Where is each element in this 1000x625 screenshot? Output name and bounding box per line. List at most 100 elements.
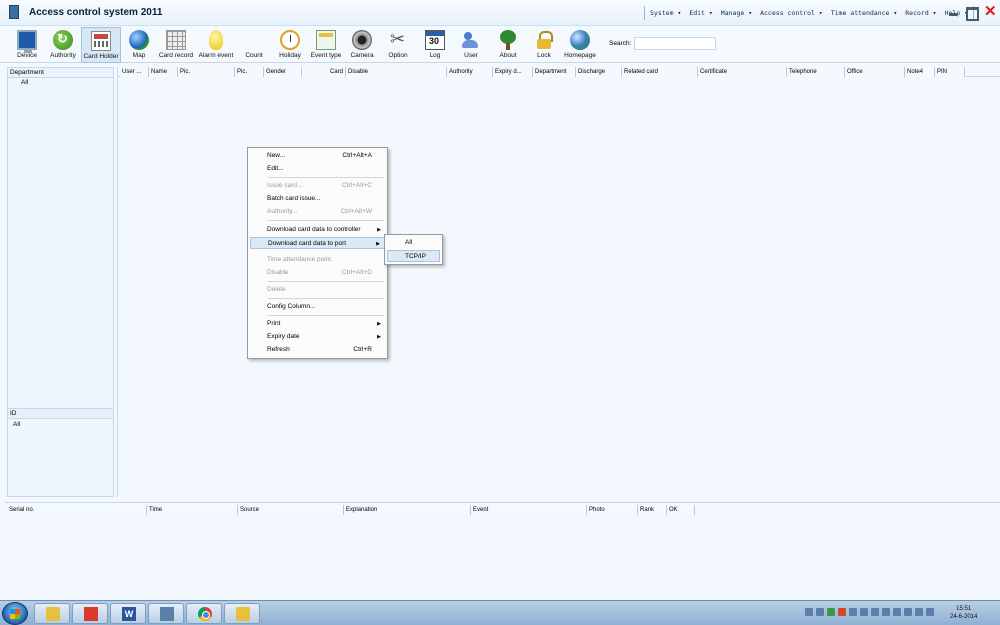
column-header[interactable]: Note4 <box>905 67 935 77</box>
taskbar-explorer-button[interactable] <box>34 603 70 624</box>
toolbar-lock-button[interactable]: Lock <box>529 27 559 63</box>
menu-item-refresh[interactable]: Refresh Ctrl+R <box>250 344 385 356</box>
toolbar-count-button[interactable]: Count <box>239 27 269 63</box>
column-header[interactable]: Discharge <box>576 67 622 77</box>
menu-system[interactable]: System ▾ <box>646 9 685 17</box>
tray-icon[interactable] <box>871 608 879 616</box>
menu-item-batch-card-issue[interactable]: Batch card issue... <box>250 193 385 205</box>
taskbar-folder-button[interactable] <box>224 603 260 624</box>
column-header[interactable]: Department <box>533 67 576 77</box>
column-header[interactable]: Telephone <box>787 67 845 77</box>
bulb-icon <box>209 30 223 50</box>
column-header[interactable]: Gender <box>264 67 302 77</box>
menu-item-issue-card[interactable]: Issue card... Ctrl+Alt+C <box>250 180 385 192</box>
column-header[interactable]: Pic. <box>235 67 264 77</box>
menu-item-print[interactable]: Print ▶ <box>250 318 385 330</box>
toolbar-homepage-button[interactable]: Homepage <box>563 27 597 63</box>
menu-item-edit[interactable]: Edit... <box>250 163 385 175</box>
submenu-item-tcpip[interactable]: TCP/IP <box>387 250 440 262</box>
column-header[interactable]: User ... <box>120 67 149 77</box>
column-header[interactable]: Authority <box>447 67 493 77</box>
taskbar-chrome-button[interactable] <box>186 603 222 624</box>
close-icon[interactable]: ✕ <box>984 4 997 19</box>
menu-record[interactable]: Record ▾ <box>901 9 940 17</box>
log-column-header[interactable]: Serial no. <box>7 505 147 515</box>
menu-item-disable[interactable]: Disable Ctrl+Alt+D <box>250 267 385 279</box>
menu-item-label: New... <box>267 152 286 159</box>
menu-item-download-to-port[interactable]: Download card data to port ▶ <box>250 237 385 249</box>
toolbar-label: Card record <box>158 52 194 59</box>
tray-icon[interactable] <box>926 608 934 616</box>
minimize-icon[interactable] <box>947 6 959 18</box>
toolbar-alarm-event-button[interactable]: Alarm event <box>196 27 236 63</box>
column-header[interactable]: Card <box>302 67 346 77</box>
toolbar-authority-button[interactable]: Authority <box>46 27 80 63</box>
column-header[interactable]: Office <box>845 67 905 77</box>
tray-icon[interactable] <box>849 608 857 616</box>
tray-icon[interactable] <box>805 608 813 616</box>
menu-item-label: Disable <box>267 269 289 276</box>
toolbar-log-button[interactable]: Log <box>420 27 450 63</box>
tray-icon[interactable] <box>816 608 824 616</box>
refresh-icon <box>53 30 73 50</box>
log-column-header[interactable]: Rank <box>638 505 667 515</box>
tray-icon[interactable] <box>904 608 912 616</box>
toolbar-event-type-button[interactable]: Event type <box>308 27 344 63</box>
column-header[interactable]: Certificate <box>698 67 787 77</box>
column-header[interactable]: Related card <box>622 67 698 77</box>
department-tree-item[interactable]: All <box>8 78 113 87</box>
toolbar-label: Camera <box>350 52 374 59</box>
column-header[interactable]: Pic. <box>178 67 235 77</box>
log-column-header[interactable]: Explanation <box>344 505 471 515</box>
column-header[interactable]: Expiry d... <box>493 67 533 77</box>
log-column-header[interactable]: Event <box>471 505 587 515</box>
tray-icon[interactable] <box>827 608 835 616</box>
toolbar-card-holder-button[interactable]: Card Holder <box>81 27 121 63</box>
tray-icon[interactable] <box>838 608 846 616</box>
log-column-header[interactable]: Time <box>147 505 238 515</box>
menu-edit[interactable]: Edit ▾ <box>685 9 716 17</box>
toolbar-label: Option <box>388 52 408 59</box>
system-clock[interactable]: 15:51 24-6-2014 <box>950 605 977 621</box>
toolbar-camera-button[interactable]: Camera <box>347 27 377 63</box>
start-button[interactable] <box>2 602 28 625</box>
maximize-icon[interactable] <box>965 6 979 21</box>
log-column-header[interactable]: OK <box>667 505 695 515</box>
clock-date: 24-6-2014 <box>950 614 978 620</box>
toolbar-user-button[interactable]: User <box>456 27 486 63</box>
submenu-item-all[interactable]: All <box>387 237 440 249</box>
toolbar-option-button[interactable]: Option <box>383 27 413 63</box>
tray-icon[interactable] <box>893 608 901 616</box>
menu-item-config-column[interactable]: Config Column... <box>250 301 385 313</box>
submenu-arrow-icon: ▶ <box>376 241 380 247</box>
menu-item-delete[interactable]: Delete <box>250 284 385 296</box>
menu-item-download-to-controller[interactable]: Download card data to controller ▶ <box>250 224 385 236</box>
tray-icon[interactable] <box>860 608 868 616</box>
taskbar-app-button[interactable] <box>148 603 184 624</box>
taskbar-pdf-button[interactable] <box>72 603 108 624</box>
toolbar-device-button[interactable]: Device <box>11 27 43 63</box>
column-header[interactable]: PIN <box>935 67 965 77</box>
toolbar-card-record-button[interactable]: Card record <box>157 27 195 63</box>
title-bar: Access control system 2011 System ▾ Edit… <box>0 0 1000 26</box>
menu-item-time-attendance-point[interactable]: Time attendance point <box>250 254 385 266</box>
taskbar-word-button[interactable]: W <box>110 603 146 624</box>
menu-item-authority[interactable]: Authority... Ctrl+Alt+W <box>250 206 385 218</box>
toolbar-map-button[interactable]: Map <box>124 27 154 63</box>
id-list-item[interactable]: All <box>13 421 20 428</box>
log-column-header[interactable]: Photo <box>587 505 638 515</box>
column-header[interactable]: Disable <box>346 67 447 77</box>
menu-access-control[interactable]: Access control ▾ <box>756 9 827 17</box>
menu-item-expiry-date[interactable]: Expiry date ▶ <box>250 331 385 343</box>
column-header[interactable]: Name <box>149 67 178 77</box>
tray-icon[interactable] <box>915 608 923 616</box>
log-column-header[interactable]: Source <box>238 505 344 515</box>
tray-icon[interactable] <box>882 608 890 616</box>
toolbar-about-button[interactable]: About <box>493 27 523 63</box>
toolbar-holiday-button[interactable]: Holiday <box>275 27 305 63</box>
camera-icon <box>352 30 372 50</box>
menu-item-new[interactable]: New... Ctrl+Alt+A <box>250 150 385 162</box>
search-input[interactable] <box>634 37 716 50</box>
menu-time-attendance[interactable]: Time attendance ▾ <box>827 9 902 17</box>
menu-manage[interactable]: Manage ▾ <box>717 9 756 17</box>
